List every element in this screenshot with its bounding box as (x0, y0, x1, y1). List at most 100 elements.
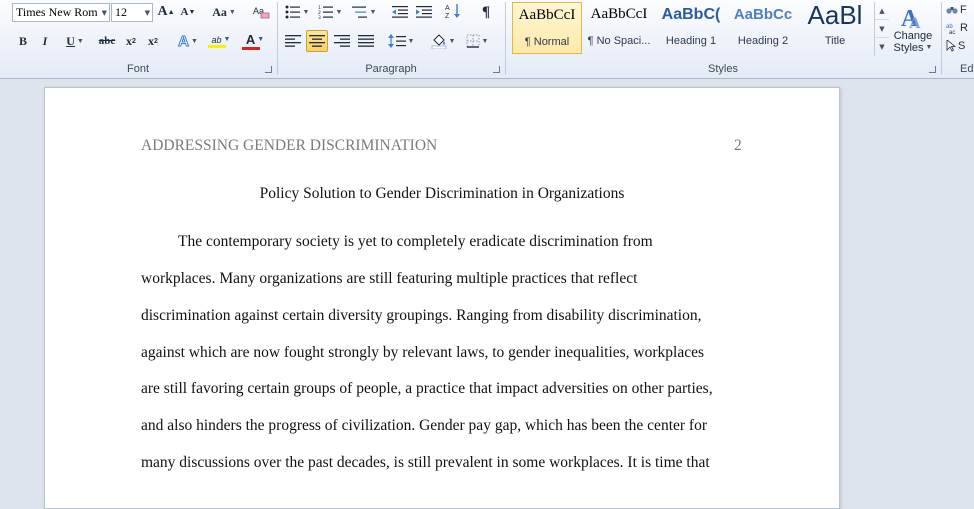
style-heading-2[interactable]: AaBbCc Heading 2 (728, 2, 798, 54)
font-name-value: Times New Rom (16, 5, 98, 19)
body-line[interactable]: The contemporary society is yet to compl… (178, 233, 653, 251)
increase-indent-icon (416, 6, 432, 18)
font-color-icon: A (245, 32, 256, 47)
align-center-button[interactable] (306, 30, 328, 52)
svg-text:Z: Z (445, 13, 450, 20)
body-line[interactable]: are still favoring certain groups of peo… (141, 380, 713, 398)
paragraph-group: ▼ 1 2 3 ▼ ▼ A Z ¶ ▼ ▼ ▼ Paragraph (278, 0, 504, 77)
style-name: Heading 2 (737, 35, 789, 47)
clear-formatting-icon: Aa (253, 6, 270, 19)
justify-button[interactable] (355, 31, 377, 51)
shrink-font-button[interactable]: A ▼ (179, 2, 197, 22)
subscript-button[interactable]: x2 (122, 31, 140, 51)
paragraph-group-label: Paragraph (365, 63, 417, 75)
document-canvas[interactable]: ADDRESSING GENDER DISCRIMINATION 2 Polic… (0, 79, 974, 509)
style-preview: AaBbCcI (518, 7, 576, 23)
change-case-button[interactable]: Aa ▼ (209, 2, 239, 22)
body-line[interactable]: and also hinders the progress of civiliz… (141, 417, 707, 435)
shading-button[interactable]: ▼ (428, 31, 458, 51)
highlight-button[interactable]: ab ▼ (206, 31, 236, 51)
font-color-swatch (242, 47, 260, 50)
select-button[interactable]: S (946, 36, 974, 56)
styles-gallery-scroll[interactable]: ▲ ▼ ▼ (874, 2, 889, 56)
style-normal[interactable]: AaBbCcI ¶ Normal (512, 2, 582, 54)
italic-icon: I (42, 33, 48, 48)
font-dialog-launcher-icon[interactable] (265, 66, 272, 73)
body-line[interactable]: workplaces. Many organizations are still… (141, 270, 637, 288)
chevron-down-icon[interactable]: ▼ (102, 9, 107, 17)
replace-label: R (960, 22, 968, 34)
gallery-more-icon[interactable]: ▼ (875, 38, 889, 55)
styles-group-label: Styles (708, 63, 738, 75)
change-styles-button[interactable]: A A Change Styles ▼ (890, 0, 936, 58)
subscript-mark: 2 (132, 37, 136, 45)
pilcrow-icon: ¶ (481, 3, 491, 20)
align-left-icon (285, 35, 301, 47)
style-preview: AaBl (807, 2, 863, 30)
superscript-button[interactable]: x2 (144, 31, 162, 51)
change-case-icon: Aa (212, 4, 227, 19)
clear-formatting-button[interactable]: Aa (250, 2, 272, 22)
bullets-icon (285, 5, 300, 19)
document-title[interactable]: Policy Solution to Gender Discrimination… (45, 185, 839, 203)
styles-dialog-launcher-icon[interactable] (929, 66, 936, 73)
font-group: Times New Rom ▼ 12 ▼ A▲ A▼ Aa▼ Aa B I (0, 0, 276, 77)
style-preview: AaBbC( (661, 6, 721, 23)
sort-button[interactable]: A Z A Z (444, 1, 464, 21)
decrease-indent-button[interactable] (390, 2, 410, 22)
svg-text:A: A (909, 15, 921, 30)
editing-group: F ab ac R S Editi (942, 0, 974, 77)
grow-font-button[interactable]: A ▲ (157, 2, 175, 22)
style-heading-1[interactable]: AaBbC( Heading 1 (656, 2, 726, 54)
font-color-button[interactable]: A ▼ (240, 31, 270, 51)
page-number[interactable]: 2 (734, 137, 742, 155)
style-title[interactable]: AaBl Title (800, 2, 870, 54)
bullets-button[interactable]: ▼ (282, 2, 312, 22)
underline-icon: U (66, 33, 75, 48)
gallery-up-icon[interactable]: ▲ (875, 2, 889, 20)
document-page[interactable]: ADDRESSING GENDER DISCRIMINATION 2 Polic… (44, 87, 840, 509)
underline-button[interactable]: U ▼ (58, 31, 92, 51)
find-button[interactable]: F (946, 0, 974, 20)
font-name-combo[interactable]: Times New Rom ▼ (12, 3, 110, 22)
editing-group-label: Editi (960, 63, 974, 75)
body-line[interactable]: discrimination against certain diversity… (141, 307, 702, 325)
style-preview: AaBbCcI (590, 6, 648, 22)
bold-button[interactable]: B (14, 31, 32, 51)
replace-icon: ab ac (946, 24, 955, 34)
paragraph-dialog-launcher-icon[interactable] (493, 66, 500, 73)
paint-bucket-icon (431, 34, 446, 49)
gallery-down-icon[interactable]: ▼ (875, 20, 889, 38)
text-effects-icon: A (178, 32, 190, 50)
select-label: S (958, 40, 966, 52)
cursor-arrow-icon (946, 40, 956, 52)
font-size-combo[interactable]: 12 ▼ (111, 3, 153, 22)
increase-indent-button[interactable] (414, 2, 434, 22)
numbering-button[interactable]: 1 2 3 ▼ (315, 2, 345, 22)
line-spacing-button[interactable]: ▼ (386, 31, 416, 51)
align-left-button[interactable] (282, 31, 304, 51)
line-spacing-icon (387, 34, 406, 48)
multilevel-list-button[interactable]: ▼ (349, 2, 379, 22)
text-effects-button[interactable]: A ▼ (174, 31, 202, 51)
strikethrough-icon: abc (98, 35, 116, 47)
body-line[interactable]: many discussions over the past decades, … (141, 454, 710, 472)
superscript-mark: 2 (154, 37, 158, 45)
svg-text:A: A (445, 5, 450, 12)
style-name: ¶ No Spaci... (587, 35, 651, 47)
italic-button[interactable]: I (36, 31, 54, 51)
running-head[interactable]: ADDRESSING GENDER DISCRIMINATION (141, 137, 437, 155)
borders-icon (466, 34, 480, 48)
align-right-button[interactable] (331, 31, 353, 51)
chevron-down-icon[interactable]: ▼ (145, 9, 150, 17)
body-line[interactable]: against which are now fought strongly by… (141, 344, 704, 362)
decrease-indent-icon (392, 6, 408, 18)
style-no-spacing[interactable]: AaBbCcI ¶ No Spaci... (584, 2, 654, 54)
multilevel-list-icon (351, 6, 367, 18)
replace-button[interactable]: ab ac R (946, 18, 974, 38)
strikethrough-button[interactable]: abc (96, 31, 118, 51)
borders-button[interactable]: ▼ (462, 31, 492, 51)
show-hide-marks-button[interactable]: ¶ (476, 2, 496, 22)
svg-text:3: 3 (318, 15, 321, 19)
highlighter-icon: ab (211, 34, 222, 45)
